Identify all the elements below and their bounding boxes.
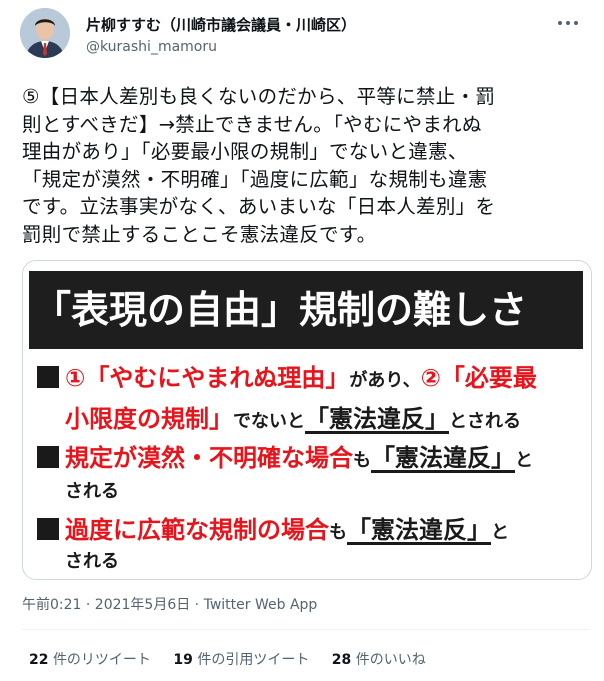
author-handle[interactable]: @kurashi_mamoru — [86, 39, 217, 55]
likes-count: 28 — [331, 652, 352, 668]
quotes-count: 19 — [173, 652, 193, 668]
attached-image[interactable]: 「表現の自由」規制の難しさ ①「やむにやまれぬ理由」があり、②「必要最 小限度の… — [22, 260, 592, 580]
tweet-line: 「規定が漠然・不明確」「過度に広範」な規制も違憲 — [22, 167, 488, 191]
tweet-text: ⑤【日本人差別も良くないのだから、平等に禁止・罰 則とすべきだ】→禁止できません… — [22, 83, 587, 248]
slide-text: される — [65, 481, 119, 502]
retweets-stat[interactable]: 22 件のリツイート — [29, 652, 151, 668]
more-options-icon[interactable] — [553, 12, 583, 32]
slide-line-2: 小限度の規制」でないと「憲法違反」とされる — [65, 399, 521, 434]
slide-text: とされる — [449, 411, 521, 432]
slide-red-text: 規定が漠然・不明確な場合 — [65, 444, 353, 472]
tweet-line: 罰則で禁止することこそ憲法違反です。 — [22, 222, 377, 246]
slide-red-text: ①「やむにやまれぬ理由」 — [65, 364, 350, 392]
slide-underlined-text: 「憲法違反」 — [305, 405, 449, 433]
slide-text: される — [65, 551, 119, 572]
slide-line-6: される — [65, 545, 119, 573]
time-text[interactable]: 午前0:21 · 2021年5月6日 · — [22, 597, 204, 613]
tweet-line: ⑤【日本人差別も良くないのだから、平等に禁止・罰 — [22, 85, 496, 108]
slide-red-text: 過度に広範な規制の場合 — [65, 516, 329, 544]
tweet-line: です。立法事実がなく、あいまいな「日本人差別」を — [22, 195, 496, 218]
tweet-line: 則とすべきだ】→禁止できません。「やむにやまれぬ — [22, 112, 482, 136]
slide-title: 「表現の自由」規制の難しさ — [29, 271, 583, 349]
slide-text: と — [491, 522, 509, 543]
slide-line-5: 過度に広範な規制の場合も「憲法違反」と — [37, 510, 509, 545]
engagement-stats: 22 件のリツイート 19 件の引用ツイート 28 件のいいね — [29, 649, 444, 669]
bullet-square-icon — [37, 518, 59, 540]
slide-line-4: される — [65, 475, 119, 503]
retweets-count: 22 — [29, 652, 49, 668]
slide-line-3: 規定が漠然・不明確な場合も「憲法違反」と — [37, 438, 533, 473]
avatar[interactable] — [20, 8, 70, 58]
quotes-label: 件の引用ツイート — [197, 652, 310, 668]
divider — [22, 629, 590, 630]
slide-red-text: ②「必要最 — [420, 364, 537, 392]
source-app-link[interactable]: Twitter Web App — [204, 597, 318, 613]
slide-text: があり、 — [349, 370, 421, 391]
quotes-stat[interactable]: 19 件の引用ツイート — [173, 652, 309, 668]
retweets-label: 件のリツイート — [52, 652, 151, 668]
bullet-square-icon — [37, 366, 59, 388]
tweet-line: 理由があり」「必要最小限の規制」でないと違憲、 — [22, 140, 468, 163]
author-name[interactable]: 片柳すすむ（川崎市議会議員・川崎区） — [86, 14, 356, 35]
slide-red-text: 小限度の規制」 — [65, 405, 233, 433]
slide-line-1: ①「やむにやまれぬ理由」があり、②「必要最 — [37, 358, 537, 393]
likes-label: 件のいいね — [355, 652, 426, 668]
profile-photo — [20, 8, 70, 58]
slide-text: と — [515, 450, 533, 471]
slide-underlined-text: 「憲法違反」 — [347, 516, 491, 544]
tweet-timestamp: 午前0:21 · 2021年5月6日 · Twitter Web App — [22, 594, 317, 614]
slide-text: も — [353, 450, 371, 471]
slide-text: も — [329, 522, 347, 543]
bullet-square-icon — [37, 446, 59, 468]
likes-stat[interactable]: 28 件のいいね — [332, 652, 426, 668]
slide-underlined-text: 「憲法違反」 — [371, 444, 515, 472]
slide-text: でないと — [233, 411, 305, 432]
